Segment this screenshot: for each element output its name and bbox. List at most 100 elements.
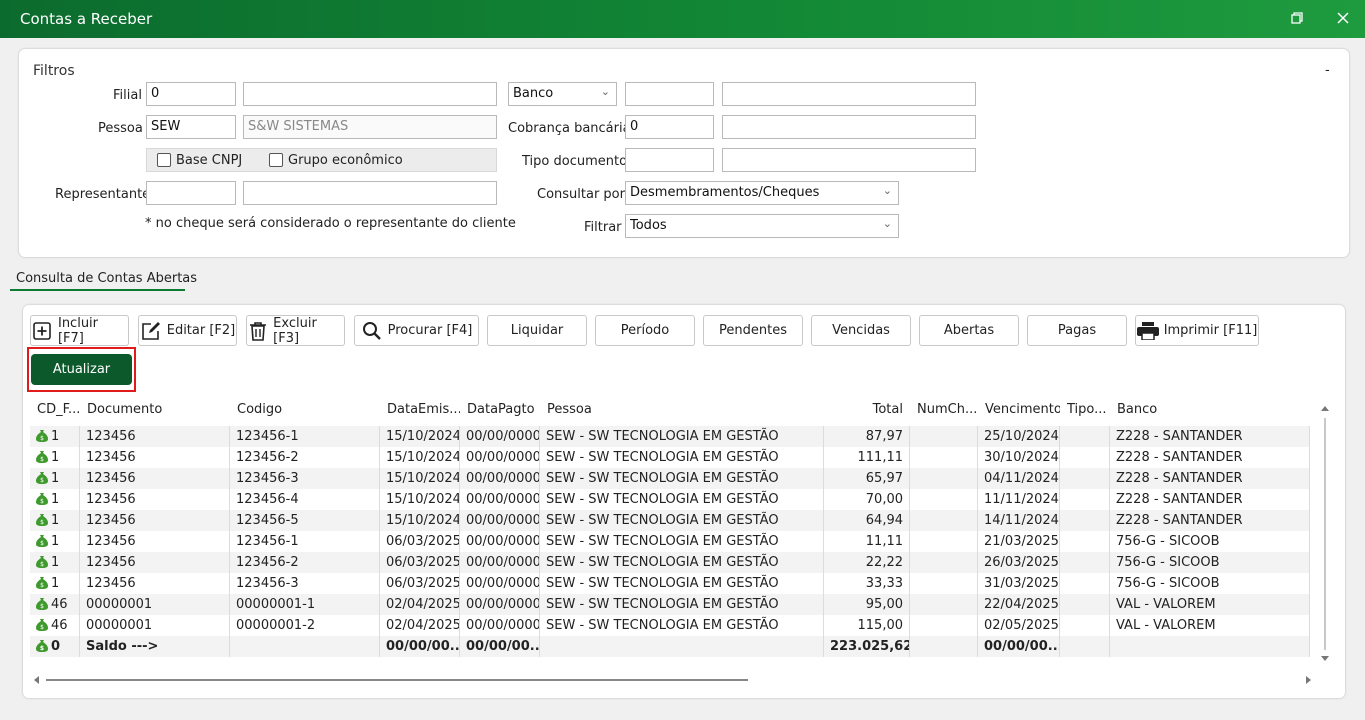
filtrar-select[interactable]: Todos ⌄ [625,214,899,238]
table-row[interactable]: $1 123456 123456-5 15/10/2024 00/00/0000 SEW … [30,510,1310,531]
table-cell: 06/03/2025 [380,531,460,552]
consultar-select[interactable]: Desmembramentos/Cheques ⌄ [625,181,899,205]
cell-text: 1 [51,429,60,444]
table-cell [910,510,978,531]
svg-text:$: $ [40,645,44,652]
cobranca-label: Cobrança bancária [508,121,631,136]
horizontal-scrollbar[interactable] [30,673,1318,687]
cell-text: SEW - SW TECNOLOGIA EM GESTÃO [546,513,779,528]
money-bag-icon: $ [36,533,48,547]
table-row[interactable]: $1 123456 123456-2 15/10/2024 00/00/0000 SEW … [30,447,1310,468]
table-cell: 70,00 [824,489,910,510]
column-header[interactable]: Documento [87,402,230,424]
cell-text: 115,00 [857,618,904,633]
vencidas-button[interactable]: Vencidas [811,315,911,346]
table-row[interactable]: $46 00000001 00000001-2 02/04/2025 00/00/000… [30,615,1310,636]
tipo-documento-name-input[interactable] [722,148,976,172]
table-cell: 11,11 [824,531,910,552]
table-row[interactable]: $0 Saldo ---> 00/00/00... 00/00/00... 223.02… [30,636,1310,657]
grupo-economico-checkbox[interactable] [269,153,283,167]
table-row[interactable]: $1 123456 123456-1 15/10/2024 00/00/0000 SEW … [30,426,1310,447]
periodo-button[interactable]: Período [595,315,695,346]
editar-button[interactable]: Editar [F2] [138,315,237,346]
table-cell [1060,489,1110,510]
table-cell [1060,636,1110,657]
table-row[interactable]: $1 123456 123456-1 06/03/2025 00/00/0000 SEW … [30,531,1310,552]
procurar-button[interactable]: Procurar [F4] [354,315,479,346]
atualizar-button[interactable]: Atualizar [31,354,132,385]
table-cell: $0 [30,636,80,657]
vertical-scrollbar[interactable] [1318,402,1332,670]
column-header[interactable]: Banco [1117,402,1310,424]
table-cell [910,552,978,573]
table-row[interactable]: $1 123456 123456-3 06/03/2025 00/00/0000 SEW … [30,573,1310,594]
column-header[interactable]: Tipo... [1067,402,1110,424]
representante-name-input[interactable] [243,181,497,205]
restore-icon[interactable] [1287,9,1307,29]
excluir-button[interactable]: Excluir [F3] [246,315,345,346]
base-cnpj-checkbox[interactable] [157,153,171,167]
pendentes-button[interactable]: Pendentes [703,315,803,346]
table-cell: 00000001-2 [230,615,380,636]
cell-text: 00000001-2 [236,618,316,633]
table-cell: 123456-1 [230,531,380,552]
table-cell: 123456 [80,426,230,447]
cell-text: 02/04/2025 [386,618,460,633]
money-bag-icon: $ [36,596,48,610]
filial-name-input[interactable] [243,82,497,106]
table-cell [910,573,978,594]
cell-text: Saldo ---> [86,639,159,654]
tab-consulta-contas-abertas[interactable]: Consulta de Contas Abertas [16,271,197,286]
table-cell: 06/03/2025 [380,552,460,573]
imprimir-button[interactable]: Imprimir [F11] [1135,315,1259,346]
column-header[interactable]: Codigo [237,402,380,424]
liquidar-button[interactable]: Liquidar [487,315,587,346]
column-header[interactable]: CD_F... [37,402,80,424]
table-cell: 02/04/2025 [380,594,460,615]
column-header[interactable]: Pessoa [547,402,824,424]
table-cell [230,636,380,657]
cell-text: 1 [51,492,60,507]
banco-select[interactable]: Banco ⌄ [508,82,617,106]
table-row[interactable]: $1 123456 123456-2 06/03/2025 00/00/0000 SEW … [30,552,1310,573]
close-icon[interactable] [1333,9,1353,29]
cell-text: Z228 - SANTANDER [1116,471,1243,486]
collapse-toggle[interactable]: - [1325,63,1330,78]
filial-input[interactable]: 0 [146,82,236,106]
abertas-button[interactable]: Abertas [919,315,1019,346]
cell-text: 46 [51,618,68,633]
pagas-button[interactable]: Pagas [1027,315,1127,346]
cell-text: Z228 - SANTANDER [1116,492,1243,507]
table-cell [540,636,824,657]
table-cell [1060,447,1110,468]
table-row[interactable]: $46 00000001 00000001-1 02/04/2025 00/00/000… [30,594,1310,615]
table-row[interactable]: $1 123456 123456-3 15/10/2024 00/00/0000 SEW … [30,468,1310,489]
column-header[interactable]: NumCh... [917,402,978,424]
column-header[interactable]: DataPagto [467,402,540,424]
money-bag-icon: $ [36,449,48,463]
printer-icon [1136,320,1159,342]
incluir-button[interactable]: Incluir [F7] [30,315,129,346]
cell-text: 123456 [86,492,136,507]
pessoa-input[interactable]: SEW [146,115,236,139]
tipo-documento-code-input[interactable] [625,148,714,172]
representante-code-input[interactable] [146,181,236,205]
cell-text: 04/11/2024 [984,471,1059,486]
table-cell [910,594,978,615]
table-cell: 00/00/0000 [460,426,540,447]
column-header[interactable]: DataEmis... [387,402,460,424]
column-header[interactable]: Vencimento [985,402,1060,424]
table-cell: 06/03/2025 [380,573,460,594]
cobranca-input[interactable]: 0 [625,115,714,139]
cell-text: 87,97 [865,429,903,444]
column-header[interactable]: Total [824,402,903,424]
cell-text: VAL - VALOREM [1116,597,1216,612]
banco-code-input[interactable] [625,82,714,106]
table-cell: SEW - SW TECNOLOGIA EM GESTÃO [540,468,824,489]
cell-text: 64,94 [865,513,903,528]
cobranca-name-input[interactable] [722,115,976,139]
banco-name-input[interactable] [722,82,976,106]
cell-text: 14/11/2024 [984,513,1059,528]
table-cell: 00/00/0000 [460,447,540,468]
table-row[interactable]: $1 123456 123456-4 15/10/2024 00/00/0000 SEW … [30,489,1310,510]
